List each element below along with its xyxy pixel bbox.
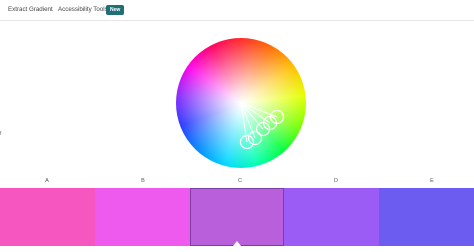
- swatch-a[interactable]: [0, 188, 95, 246]
- swatch-label-b: B: [141, 178, 145, 184]
- color-wheel-handles: [239, 102, 285, 150]
- swatch-d[interactable]: [284, 188, 380, 246]
- swatch-labels: A B C D E: [0, 178, 474, 188]
- swatch-label-e: E: [430, 178, 434, 184]
- swatch-b[interactable]: [94, 188, 190, 246]
- swatch-label-c: C: [238, 178, 242, 184]
- side-label: f: [0, 131, 2, 137]
- active-swatch-caret-icon: [232, 241, 241, 246]
- swatch-e[interactable]: [379, 188, 474, 246]
- swatch-label-a: A: [45, 178, 49, 184]
- nav-link-extract-gradient[interactable]: Extract Gradient: [8, 6, 53, 13]
- top-navigation: Extract Gradient Accessibility Tools New: [0, 0, 474, 21]
- nav-link-accessibility-tools[interactable]: Accessibility Tools: [58, 6, 108, 13]
- swatch-label-d: D: [334, 178, 338, 184]
- swatch-c[interactable]: [189, 188, 285, 246]
- new-badge: New: [106, 5, 125, 15]
- color-wheel-container: [176, 38, 306, 168]
- palette-swatches: [0, 188, 474, 246]
